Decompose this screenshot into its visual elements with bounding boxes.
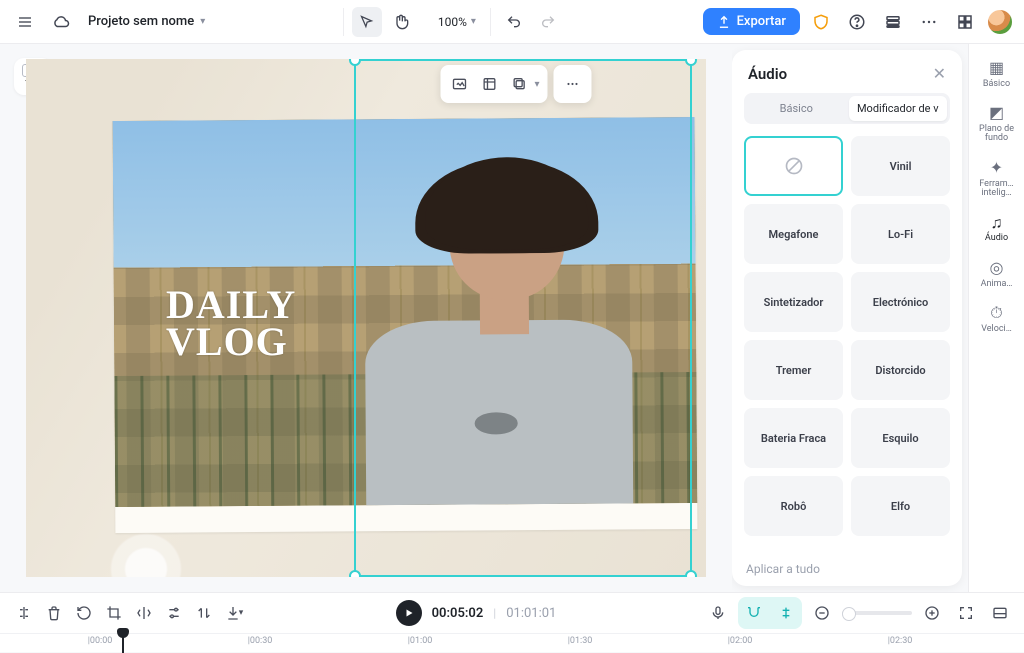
effects-grid: Vinil Megafone Lo-Fi Sintetizador Electr… [732,124,962,552]
ruler-tick: |00:00 [88,636,113,646]
sidebar-item-ferramentas[interactable]: ✦ Ferram… intelig… [973,154,1021,205]
close-icon[interactable]: ✕ [933,64,946,83]
canvas[interactable]: DAILY VLOG [26,59,706,577]
rotate-button[interactable] [70,599,98,627]
zoom-value: 100% [438,15,467,29]
fit-button[interactable] [952,599,980,627]
magnet-button[interactable] [772,599,800,627]
ruler-tick: |00:30 [248,636,273,646]
reverse-button[interactable] [190,599,218,627]
project-name[interactable]: Projeto sem nome ▾ [82,10,211,33]
animation-icon: ◎ [990,260,1004,277]
shield-icon[interactable] [806,7,836,37]
hand-tool[interactable] [386,7,416,37]
basic-icon: ▦ [989,60,1004,77]
resize-handle[interactable] [349,59,361,66]
canvas-area: 16:9 DAILY VLOG [0,44,732,592]
play-button[interactable] [396,600,422,626]
effect-distorcido[interactable]: Distorcido [851,340,950,400]
export-button[interactable]: Exportar [703,8,800,35]
person-figure [334,156,639,507]
ruler-tick: |02:00 [728,636,753,646]
chevron-down-icon: ▾ [534,79,543,90]
more-options-button[interactable] [558,69,588,99]
ruler-tick: |01:00 [408,636,433,646]
ruler-tick: |02:30 [888,636,913,646]
magic-icon: ✦ [990,160,1003,177]
layer-button[interactable] [504,69,534,99]
ruler-tick: |01:30 [568,636,593,646]
redo-button[interactable] [533,7,563,37]
pointer-tool[interactable] [352,7,382,37]
panel-toggle-button[interactable] [986,599,1014,627]
more-icon[interactable] [914,7,944,37]
export-label: Exportar [737,14,786,29]
sidebar-item-velocidade[interactable]: ⏱ Veloci… [973,299,1021,340]
effect-tremer[interactable]: Tremer [744,340,843,400]
resize-handle[interactable] [685,59,697,66]
effect-elfo[interactable]: Elfo [851,476,950,536]
effect-robo[interactable]: Robô [744,476,843,536]
download-button[interactable]: ▾ [220,599,248,627]
effect-esquilo[interactable]: Esquilo [851,408,950,468]
apply-all-button[interactable]: Aplicar a tudo [732,552,962,586]
replace-media-button[interactable] [444,69,474,99]
effect-megafone[interactable]: Megafone [744,204,843,264]
effect-sintetizador[interactable]: Sintetizador [744,272,843,332]
audio-panel: Áudio ✕ Básico Modificador de v Vinil Me… [732,50,962,586]
zoom-in-button[interactable] [918,599,946,627]
undo-button[interactable] [499,7,529,37]
crop-button[interactable] [474,69,504,99]
effect-bateria[interactable]: Bateria Fraca [744,408,843,468]
split-button[interactable] [10,599,38,627]
flip-button[interactable] [130,599,158,627]
mic-button[interactable] [704,599,732,627]
tab-basico[interactable]: Básico [747,96,846,121]
panel-title: Áudio [748,65,787,83]
effect-electronico[interactable]: Electrónico [851,272,950,332]
effect-vinil[interactable]: Vinil [851,136,950,196]
delete-button[interactable] [40,599,68,627]
menu-icon[interactable] [10,7,40,37]
resize-handle[interactable] [349,570,361,577]
adjust-button[interactable] [160,599,188,627]
speed-icon: ⏱ [990,305,1002,322]
zoom-level[interactable]: 100% ▾ [430,15,484,29]
crop-tool-button[interactable] [100,599,128,627]
canvas-overlay-text: DAILY VLOG [166,287,296,361]
avatar[interactable] [986,8,1014,36]
sidebar-item-plano[interactable]: ◩ Plano de fundo [973,99,1021,150]
chevron-down-icon: ▾ [200,16,205,27]
grid-icon[interactable] [950,7,980,37]
sidebar-item-audio[interactable]: ♫ Áudio [973,209,1021,250]
bottom-bar: ▾ 00:05:02 | 01:01:01 |00:00 |00:30 |01 [0,592,1024,652]
right-sidebar: ▦ Básico ◩ Plano de fundo ✦ Ferram… inte… [968,44,1024,592]
resize-handle[interactable] [685,570,697,577]
context-toolbar: ▾ [440,65,591,103]
layers-icon[interactable] [878,7,908,37]
effect-lofi[interactable]: Lo-Fi [851,204,950,264]
background-icon: ◩ [989,105,1004,122]
snap-button[interactable] [740,599,768,627]
zoom-slider[interactable] [842,611,912,615]
cloud-icon[interactable] [46,7,76,37]
tab-modificador[interactable]: Modificador de v [849,96,948,121]
help-icon[interactable] [842,7,872,37]
current-time: 00:05:02 [432,606,484,621]
project-name-label: Projeto sem nome [88,14,194,29]
total-time: 01:01:01 [506,606,556,621]
chevron-down-icon: ▾ [471,16,476,27]
sidebar-item-basico[interactable]: ▦ Básico [973,54,1021,95]
sidebar-item-animacao[interactable]: ◎ Anima… [973,254,1021,295]
panel-tabs: Básico Modificador de v [744,93,950,124]
timeline-ruler[interactable]: |00:00 |00:30 |01:00 |01:30 |02:00 |02:3… [0,633,1024,653]
audio-icon: ♫ [991,215,1003,232]
effect-none[interactable] [744,136,843,196]
zoom-out-button[interactable] [808,599,836,627]
topbar: Projeto sem nome ▾ 100% ▾ Exportar [0,0,1024,44]
playhead[interactable] [122,634,124,653]
